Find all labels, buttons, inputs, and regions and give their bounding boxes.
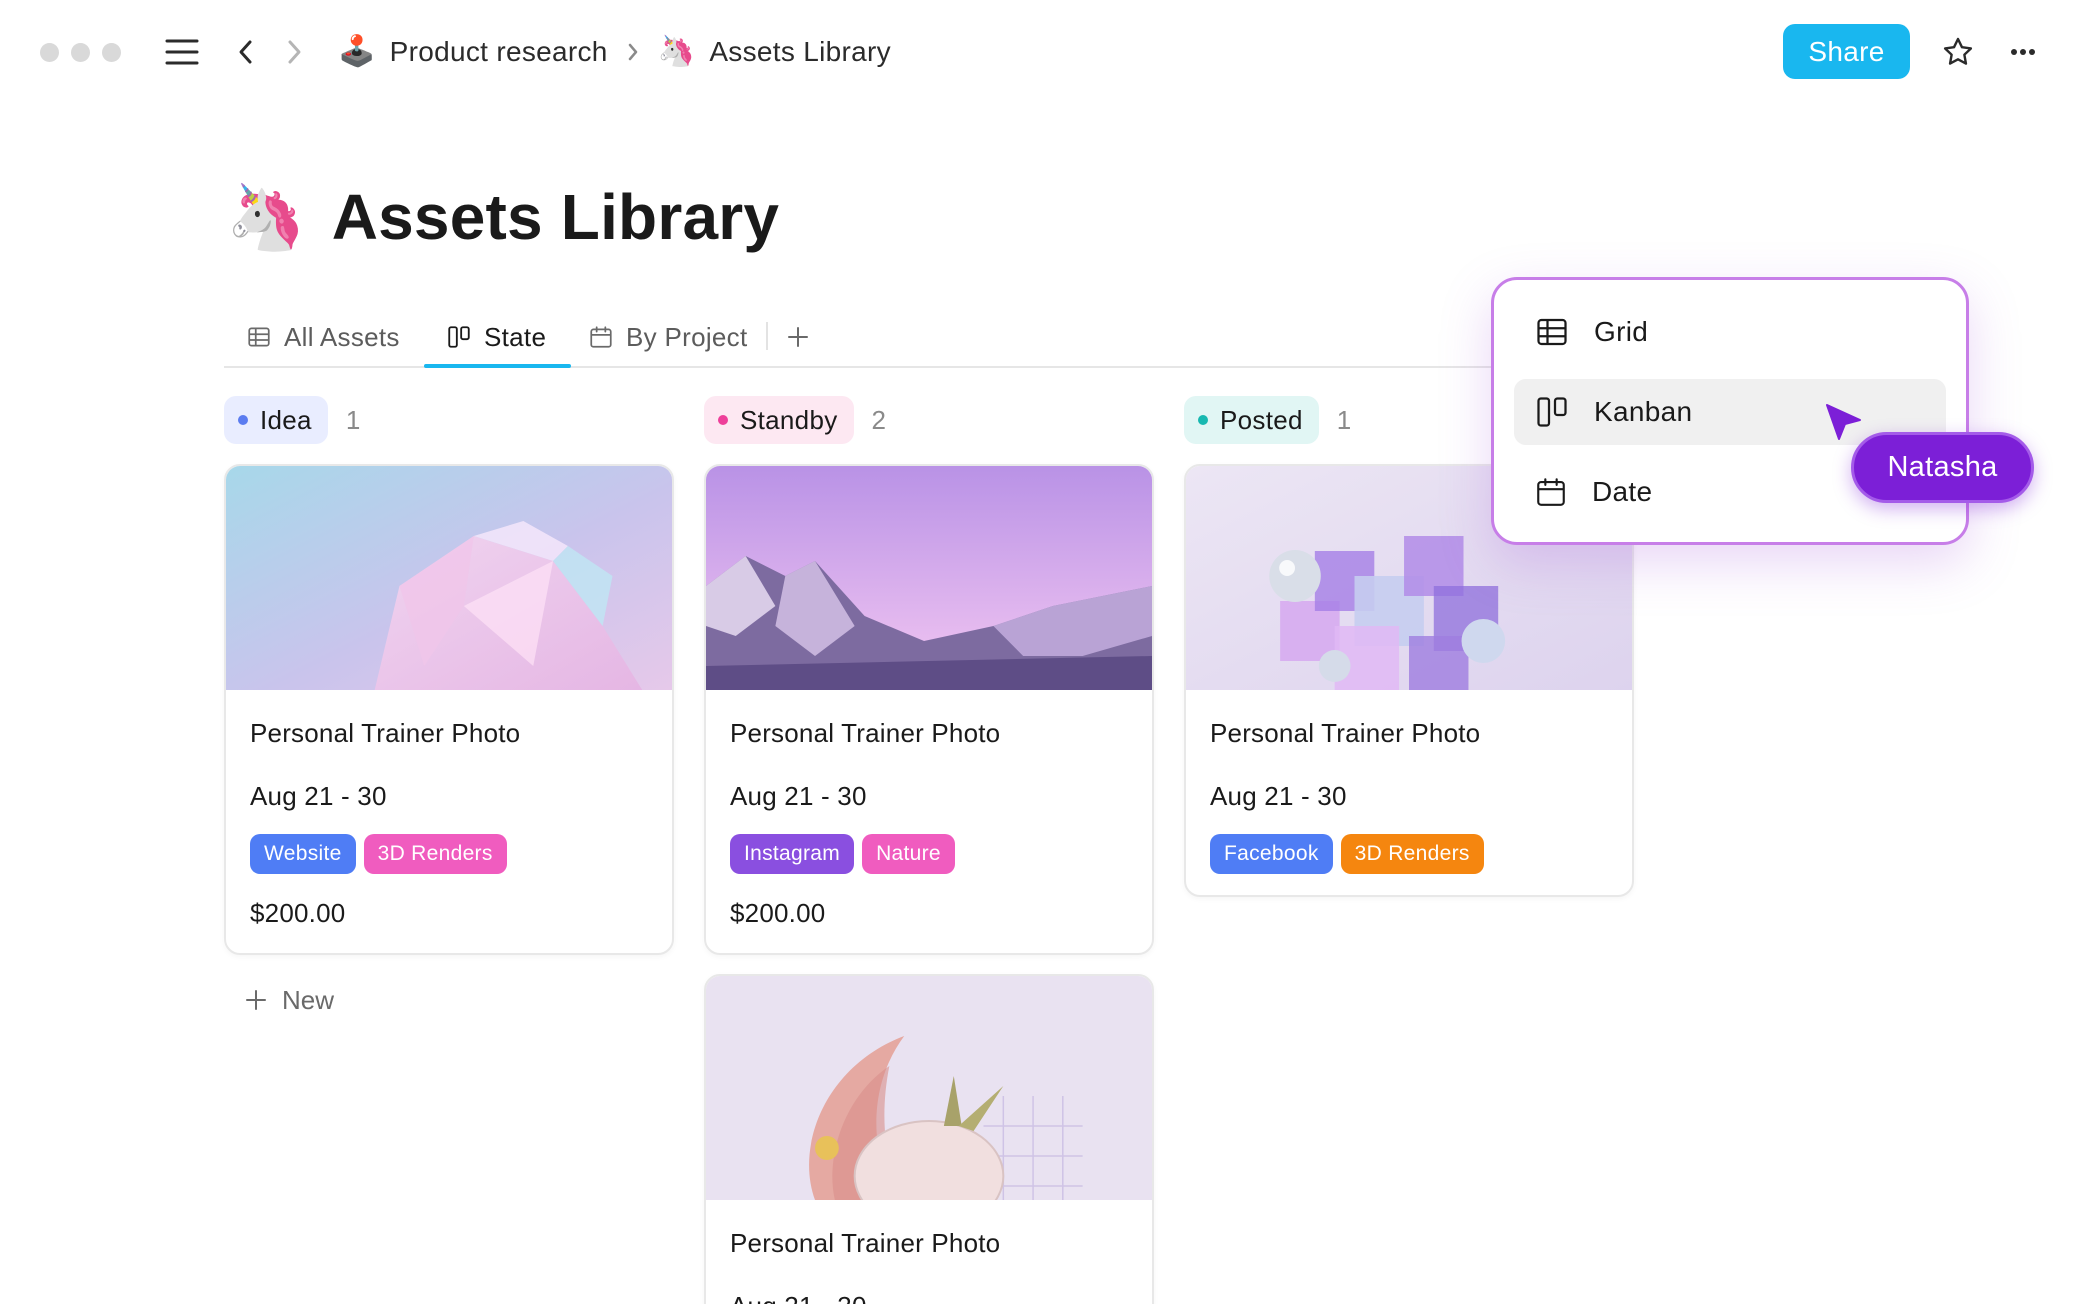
status-dot (238, 415, 248, 425)
menu-icon[interactable] (160, 30, 204, 74)
asset-card[interactable]: Personal Trainer Photo Aug 21 - 30 Websi… (224, 464, 674, 955)
card-tags: Website 3D Renders (250, 834, 648, 874)
status-pill-posted[interactable]: Posted (1184, 396, 1319, 444)
table-icon (246, 324, 272, 350)
tab-label: All Assets (284, 321, 400, 352)
new-card-button[interactable]: New (244, 980, 334, 1020)
menu-item-label: Kanban (1594, 396, 1693, 427)
more-icon[interactable] (2001, 30, 2045, 74)
asset-card[interactable]: Personal Trainer Photo Aug 21 - 30 Insta… (704, 464, 1154, 955)
menu-item-label: Date (1592, 476, 1653, 507)
card-title: Personal Trainer Photo (250, 718, 521, 748)
forward-icon[interactable] (272, 30, 316, 74)
tag-3d-renders[interactable]: 3D Renders (363, 834, 507, 874)
active-tab-indicator (424, 364, 571, 368)
status-dot (718, 415, 728, 425)
tag-facebook[interactable]: Facebook (1210, 834, 1333, 874)
card-price: $200.00 (730, 898, 826, 928)
plus-icon (786, 325, 810, 349)
collaborator-name-tag: Natasha (1851, 432, 2034, 503)
new-label: New (282, 984, 335, 1015)
page-title: Assets Library (331, 181, 780, 253)
card-title: Personal Trainer Photo (1210, 718, 1481, 748)
top-bar: 🕹️ Product research 🦄 Assets Library Sha… (0, 0, 2080, 104)
crystal-photo (226, 466, 672, 690)
card-title: Personal Trainer Photo (730, 718, 1001, 748)
menu-item-label: Grid (1594, 316, 1649, 347)
breadcrumb-item-product-research[interactable]: Product research (390, 36, 608, 68)
card-date: Aug 21 - 30 (730, 1291, 1128, 1304)
card-date: Aug 21 - 30 (1210, 781, 1347, 811)
breadcrumb-item-assets-library[interactable]: Assets Library (709, 36, 891, 68)
card-price: $200.00 (250, 898, 346, 928)
tab-state[interactable]: State (446, 306, 546, 368)
breadcrumb: 🕹️ Product research 🦄 Assets Library (338, 30, 891, 74)
window-minimize-dot[interactable] (71, 43, 90, 62)
column-count: 1 (345, 404, 361, 435)
column-label: Standby (740, 404, 838, 435)
kanban-icon (1534, 394, 1570, 430)
column-header-posted: Posted 1 (1184, 396, 1351, 444)
window-controls (40, 43, 121, 62)
kanban-icon (446, 324, 472, 350)
joystick-icon: 🕹️ (338, 35, 376, 68)
card-date: Aug 21 - 30 (730, 781, 867, 811)
window-close-dot[interactable] (40, 43, 59, 62)
card-tags: Facebook 3D Renders (1210, 834, 1608, 874)
back-icon[interactable] (224, 30, 268, 74)
unicorn-icon: 🦄 (226, 181, 306, 253)
tag-3d-renders[interactable]: 3D Renders (1340, 834, 1484, 874)
grid-table-icon (1534, 314, 1570, 350)
collaborator-cursor-icon (1826, 404, 1861, 440)
column-count: 1 (1336, 404, 1352, 435)
window-zoom-dot[interactable] (102, 43, 121, 62)
view-type-menu: Grid Kanban Date (1491, 277, 1969, 545)
tab-by-project[interactable]: By Project (588, 306, 748, 368)
column-count: 2 (871, 404, 886, 435)
chevron-right-icon (626, 41, 640, 63)
calendar-icon (588, 324, 614, 350)
menu-item-grid[interactable]: Grid (1514, 299, 1946, 365)
tab-label: By Project (626, 321, 748, 352)
add-view-button[interactable] (786, 306, 810, 368)
tag-nature[interactable]: Nature (862, 834, 955, 874)
tag-website[interactable]: Website (250, 834, 356, 874)
status-pill-standby[interactable]: Standby (704, 396, 854, 444)
mountain-photo (706, 466, 1152, 690)
dragonfruit-photo (706, 976, 1152, 1200)
asset-card[interactable]: Personal Trainer Photo Aug 21 - 30 (704, 974, 1154, 1304)
status-pill-idea[interactable]: Idea (224, 396, 328, 444)
card-title: Personal Trainer Photo (730, 1228, 1001, 1258)
column-label: Idea (260, 404, 312, 435)
calendar-icon (1534, 475, 1568, 509)
tab-label: State (484, 321, 547, 352)
status-dot (1198, 415, 1208, 425)
share-button[interactable]: Share (1783, 24, 1910, 79)
tab-all-assets[interactable]: All Assets (246, 306, 400, 368)
card-date: Aug 21 - 30 (250, 781, 387, 811)
plus-icon (244, 988, 268, 1012)
star-icon[interactable] (1936, 30, 1980, 74)
view-tabs: All Assets State By Project (224, 306, 1504, 368)
column-header-standby: Standby 2 (704, 396, 886, 444)
page-header: 🦄 Assets Library (226, 180, 779, 254)
tab-divider (766, 322, 768, 350)
unicorn-icon: 🦄 (657, 35, 696, 68)
tag-instagram[interactable]: Instagram (730, 834, 855, 874)
card-tags: Instagram Nature (730, 834, 1128, 874)
column-header-idea: Idea 1 (224, 396, 360, 444)
column-label: Posted (1220, 404, 1303, 435)
